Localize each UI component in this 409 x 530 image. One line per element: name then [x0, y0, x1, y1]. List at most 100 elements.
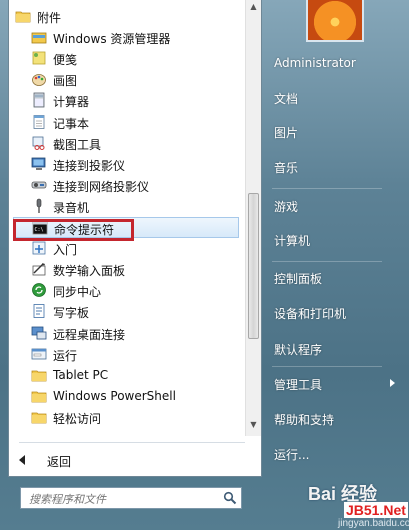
program-item[interactable]: C:\ 命令提示符 — [13, 217, 239, 238]
right-menu-label: 计算机 — [274, 234, 311, 248]
program-item[interactable]: 连接到投影仪 — [13, 154, 239, 175]
search-box[interactable] — [20, 487, 242, 509]
scroll-up-arrow-icon[interactable]: ▲ — [246, 0, 261, 14]
program-label: 轻松访问 — [53, 411, 102, 426]
program-label: 数学输入面板 — [53, 264, 126, 279]
right-menu-label: 管理工具 — [274, 378, 323, 392]
back-arrow-icon — [19, 455, 25, 465]
right-menu-label: 设备和打印机 — [274, 307, 347, 321]
programs-pane: 附件 Windows 资源管理器 便笺画图计算器记事本截图工具连接到投影仪连接到网络… — [8, 0, 262, 477]
program-item[interactable]: 连接到网络投影仪 — [13, 175, 239, 196]
programs-scrollbar[interactable]: ▲ ▼ — [245, 0, 261, 436]
right-menu-item[interactable]: 设备和打印机 — [274, 305, 346, 322]
program-item[interactable]: 计算器 — [13, 90, 239, 111]
snipping-tool-icon — [31, 135, 47, 151]
folder-icon — [31, 409, 47, 425]
program-item[interactable]: 运行 — [13, 344, 239, 365]
right-menu-item[interactable]: 文档 — [274, 90, 298, 107]
wordpad-icon — [31, 303, 47, 319]
program-label: 运行 — [53, 348, 78, 363]
scroll-down-arrow-icon[interactable]: ▼ — [246, 418, 261, 432]
right-menu-item[interactable]: 帮助和支持 — [274, 411, 334, 428]
projector-icon — [31, 156, 47, 172]
right-menu-label: 音乐 — [274, 161, 299, 175]
program-item[interactable]: 远程桌面连接 — [13, 323, 239, 344]
program-item[interactable]: Windows 资源管理器 — [13, 27, 239, 48]
svg-text:C:\: C:\ — [35, 227, 44, 233]
program-label: 画图 — [53, 74, 78, 89]
program-label: 录音机 — [53, 200, 90, 215]
right-menu-label: 默认程序 — [274, 343, 323, 357]
program-label: 记事本 — [53, 116, 90, 131]
right-menu-label: 运行... — [274, 448, 310, 462]
program-label: 附件 — [37, 11, 62, 25]
submenu-arrow-icon — [390, 379, 395, 387]
program-item[interactable]: 写字板 — [13, 301, 239, 322]
all-programs-list: 附件 Windows 资源管理器 便笺画图计算器记事本截图工具连接到投影仪连接到网络… — [9, 6, 245, 436]
program-item[interactable]: 同步中心 — [13, 280, 239, 301]
program-label: Windows PowerShell — [53, 388, 176, 403]
program-label: Windows 资源管理器 — [53, 32, 171, 47]
right-menu-item[interactable]: 控制面板 — [274, 270, 322, 287]
program-item[interactable]: Tablet PC — [13, 365, 239, 386]
math-input-icon — [31, 261, 47, 277]
program-label: 入门 — [53, 243, 78, 258]
right-menu-item[interactable]: 音乐 — [274, 159, 298, 176]
user-avatar[interactable] — [306, 0, 364, 42]
scrollbar-thumb[interactable] — [248, 193, 259, 339]
program-label: 连接到投影仪 — [53, 158, 126, 173]
program-item[interactable]: 记事本 — [13, 112, 239, 133]
program-item[interactable]: 截图工具 — [13, 133, 239, 154]
program-item[interactable]: 轻松访问 — [13, 407, 239, 428]
program-label: 写字板 — [53, 306, 90, 321]
right-menu-item[interactable]: 游戏 — [274, 198, 298, 215]
back-label: 返回 — [47, 455, 72, 469]
folder-icon — [15, 8, 31, 24]
calculator-icon — [31, 92, 47, 108]
right-menu-item[interactable]: 图片 — [274, 124, 298, 141]
program-item[interactable]: Windows PowerShell — [13, 386, 239, 407]
right-menu-label: 游戏 — [274, 200, 299, 214]
start-menu: 附件 Windows 资源管理器 便笺画图计算器记事本截图工具连接到投影仪连接到网络… — [0, 0, 409, 530]
program-label: 远程桌面连接 — [53, 327, 126, 342]
program-item[interactable]: 附件 — [13, 6, 239, 27]
microphone-icon — [31, 198, 47, 214]
folder-icon — [31, 388, 47, 404]
right-menu-item[interactable]: 管理工具 — [274, 376, 395, 393]
right-menu-label: Administrator — [274, 56, 356, 70]
program-item[interactable]: 便笺 — [13, 48, 239, 69]
program-label: 连接到网络投影仪 — [53, 179, 150, 194]
program-label: 命令提示符 — [54, 223, 115, 237]
sync-center-icon — [31, 282, 47, 298]
program-label: 同步中心 — [53, 285, 102, 300]
explorer-icon — [31, 29, 47, 45]
program-label: 便笺 — [53, 53, 78, 68]
right-menu-label: 控制面板 — [274, 272, 323, 286]
program-label: 截图工具 — [53, 137, 102, 152]
right-menu-item[interactable]: 计算机 — [274, 232, 310, 249]
right-menu-separator — [272, 188, 382, 189]
search-icon[interactable] — [223, 491, 237, 505]
right-menu-label: 帮助和支持 — [274, 413, 335, 427]
right-menu-separator — [272, 261, 382, 262]
separator — [19, 442, 245, 443]
right-menu-item[interactable]: 默认程序 — [274, 341, 322, 358]
right-menu-label: 图片 — [274, 126, 299, 140]
program-item[interactable]: 入门 — [13, 238, 239, 259]
folder-icon — [31, 367, 47, 383]
watermark-url: jingyan.baidu.com — [338, 518, 409, 529]
program-item[interactable]: 录音机 — [13, 196, 239, 217]
watermark-brand: JB51.Net — [344, 502, 408, 518]
right-menu-item[interactable]: 运行... — [274, 446, 309, 463]
run-icon — [31, 346, 47, 362]
program-item[interactable]: 画图 — [13, 69, 239, 90]
command-prompt-icon: C:\ — [32, 220, 48, 236]
program-label: 计算器 — [53, 95, 90, 110]
program-label: Tablet PC — [53, 367, 109, 382]
right-menu-separator — [272, 366, 382, 367]
right-menu-item[interactable]: Administrator — [274, 56, 356, 70]
notepad-icon — [31, 114, 47, 130]
search-input[interactable] — [27, 490, 221, 508]
program-item[interactable]: 数学输入面板 — [13, 259, 239, 280]
remote-desktop-icon — [31, 325, 47, 341]
